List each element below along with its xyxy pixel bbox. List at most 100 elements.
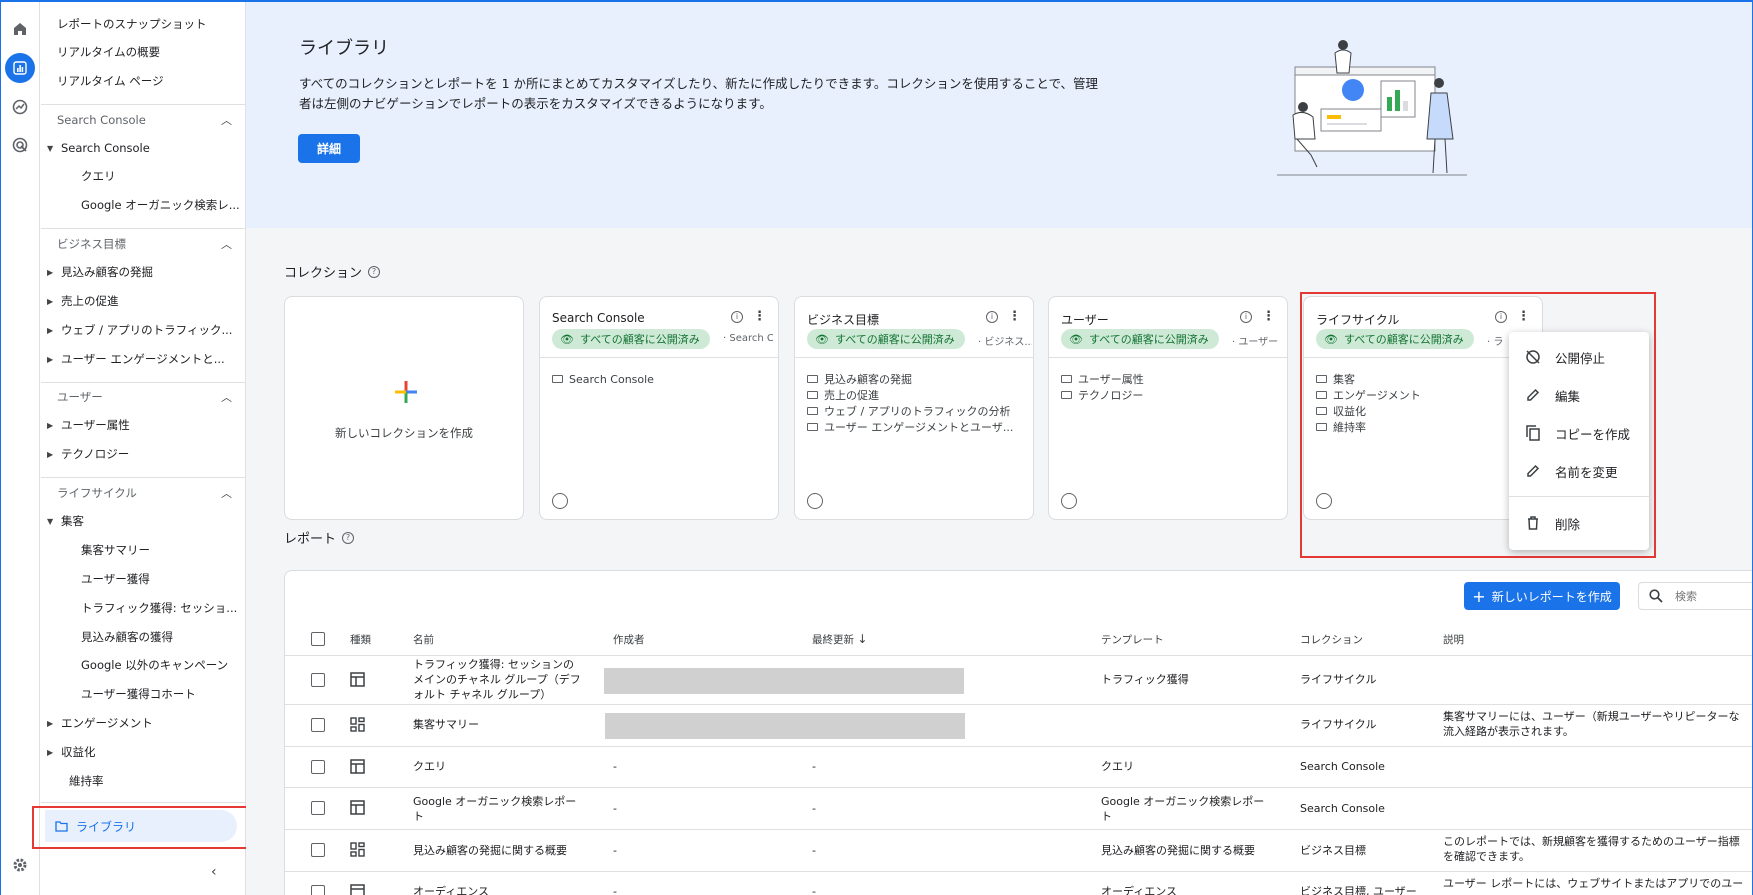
column-header-type[interactable]: 種類 [350, 632, 371, 647]
collapse-chevron-left-icon[interactable]: ‹ [211, 864, 217, 880]
new-collection-card[interactable]: 新しいコレクションを作成 [284, 296, 524, 520]
home-icon[interactable] [5, 14, 35, 44]
collection-item-list: Search Console [552, 371, 766, 387]
more-vert-icon[interactable]: ⋮ [1262, 309, 1275, 324]
list-item: ウェブ / アプリのトラフィックの分析 [807, 403, 1021, 419]
help-icon[interactable]: ? [342, 531, 355, 544]
report-name[interactable]: オーディエンス [413, 884, 489, 895]
report-author: - [613, 844, 617, 857]
report-collection: ライフサイクル [1300, 673, 1377, 686]
search-input[interactable] [1675, 589, 1753, 603]
report-name[interactable]: 見込み顧客の発掘に関する概要 [413, 843, 567, 858]
explore-icon[interactable] [5, 92, 35, 122]
divider [1304, 357, 1542, 358]
dashboard-icon [350, 717, 365, 732]
collection-title: ビジネス目標 [807, 313, 880, 327]
column-header-collection[interactable]: コレクション [1300, 632, 1363, 647]
report-name[interactable]: 集客サマリー [413, 717, 479, 732]
sidebar-section-business-goals[interactable]: ビジネス目標 ︿ [41, 230, 246, 258]
row-checkbox[interactable] [311, 718, 325, 732]
sidebar-section-user[interactable]: ユーザー ︿ [41, 383, 246, 411]
more-vert-icon[interactable]: ⋮ [1517, 309, 1530, 324]
sidebar-item-library[interactable]: ライブラリ [45, 810, 237, 842]
menu-item-unpublish[interactable]: 公開停止 [1509, 338, 1649, 376]
divider [285, 829, 1753, 830]
collection-card-user[interactable]: ユーザー i ⋮ 👁 すべての顧客に公開済み · ユーザー ユーザー属性 テクノロジ… [1048, 296, 1288, 520]
menu-item-delete[interactable]: 削除 [1509, 504, 1649, 542]
info-icon[interactable]: i [986, 310, 998, 323]
collection-card-lifecycle[interactable]: ライフサイクル i ⋮ 👁 すべての顧客に公開済み · ラ 集客 エンゲージメント … [1303, 296, 1543, 520]
column-header-updated[interactable]: 最終更新 ↓ [812, 632, 867, 647]
sidebar-item-monetization[interactable]: ▶ 収益化 [41, 738, 246, 766]
divider [1509, 496, 1649, 497]
info-icon[interactable]: i [731, 310, 743, 323]
sidebar-item-user-engagement[interactable]: ▶ ユーザー エンゲージメントと... [41, 345, 246, 373]
sidebar-item-report-snapshot[interactable]: レポートのスナップショット [41, 10, 246, 38]
list-item: ユーザー エンゲージメントとユーザ... [807, 419, 1021, 435]
sidebar-item-web-app-traffic[interactable]: ▶ ウェブ / アプリのトラフィック... [41, 316, 246, 344]
new-collection-label: 新しいコレクションを作成 [335, 426, 473, 440]
report-author: - [613, 760, 617, 773]
row-checkbox[interactable] [311, 801, 325, 815]
new-report-button[interactable]: + 新しいレポートを作成 [1464, 582, 1620, 610]
details-button[interactable]: 詳細 [298, 134, 360, 163]
search-box[interactable] [1638, 582, 1753, 610]
row-checkbox[interactable] [311, 673, 325, 687]
sidebar-item-technology[interactable]: ▶ テクノロジー [41, 440, 246, 468]
sidebar-item-lead-generation[interactable]: ▶ 見込み顧客の発掘 [41, 258, 246, 286]
sidebar-section-lifecycle[interactable]: ライフサイクル ︿ [41, 479, 246, 507]
table-icon [350, 672, 365, 687]
status-badge: 👁 すべての顧客に公開済み [552, 329, 710, 349]
sidebar-item-acquisition[interactable]: ▼ 集客 [41, 507, 246, 535]
sidebar-section-search-console[interactable]: Search Console ︿ [41, 106, 246, 134]
info-icon[interactable]: i [1495, 310, 1507, 323]
collection-card-business-goals[interactable]: ビジネス目標 i ⋮ 👁 すべての顧客に公開済み · ビジネス... 見込み顧客の発… [794, 296, 1034, 520]
sidebar-item-lead-acquisition[interactable]: 見込み顧客の獲得 [41, 623, 246, 651]
column-header-author[interactable]: 作成者 [613, 632, 645, 647]
advertising-icon[interactable] [5, 130, 35, 160]
sidebar-item-user-acquisition-cohort[interactable]: ユーザー獲得コホート [41, 680, 246, 708]
reports-icon[interactable] [5, 53, 35, 83]
row-checkbox[interactable] [311, 843, 325, 857]
report-name[interactable]: トラフィック獲得: セッションのメインのチャネル グループ（デフォルト チャネル… [413, 657, 581, 702]
settings-gear-icon[interactable] [5, 850, 35, 880]
row-checkbox[interactable] [311, 760, 325, 774]
sidebar-item-traffic-acquisition[interactable]: トラフィック獲得: セッショ... [41, 594, 246, 622]
sidebar-item-user-acquisition[interactable]: ユーザー獲得 [41, 565, 246, 593]
more-vert-icon[interactable]: ⋮ [753, 309, 766, 324]
more-vert-icon[interactable]: ⋮ [1008, 309, 1021, 324]
sidebar-item-acquisition-summary[interactable]: 集客サマリー [41, 536, 246, 564]
menu-item-edit[interactable]: 編集 [1509, 376, 1649, 414]
sidebar-item-non-google-campaigns[interactable]: Google 以外のキャンペーン [41, 651, 246, 679]
column-header-template[interactable]: テンプレート [1101, 632, 1164, 647]
sidebar-item-demographics[interactable]: ▶ ユーザー属性 [41, 411, 246, 439]
select-all-checkbox[interactable] [311, 632, 325, 646]
sidebar-item-google-organic[interactable]: Google オーガニック検索レ... [41, 191, 246, 219]
sidebar-item-query[interactable]: クエリ [41, 162, 246, 190]
help-icon[interactable]: ? [368, 265, 381, 278]
chevron-up-icon: ︿ [221, 391, 232, 404]
row-checkbox[interactable] [311, 885, 325, 895]
sidebar-item-realtime-page[interactable]: リアルタイム ページ [41, 67, 246, 95]
dashboard-icon [350, 842, 365, 857]
pencil-icon [1525, 464, 1541, 478]
collection-item-list: 見込み顧客の発掘 売上の促進 ウェブ / アプリのトラフィックの分析 ユーザー … [807, 371, 1021, 435]
report-name[interactable]: クエリ [413, 759, 446, 774]
menu-item-copy[interactable]: コピーを作成 [1509, 414, 1649, 452]
table-icon [350, 759, 365, 774]
sidebar-item-engagement[interactable]: ▶ エンゲージメント [41, 709, 246, 737]
list-item: 収益化 [1316, 403, 1530, 419]
report-updated: - [812, 844, 816, 857]
sidebar-item-retention[interactable]: 維持率 [41, 767, 246, 795]
unpublish-icon [1525, 349, 1541, 365]
column-header-description[interactable]: 説明 [1443, 632, 1464, 647]
report-collection: ビジネス目標 [1300, 844, 1366, 857]
sidebar-item-drive-sales[interactable]: ▶ 売上の促進 [41, 287, 246, 315]
collection-card-search-console[interactable]: Search Console i ⋮ 👁 すべての顧客に公開済み · Search … [539, 296, 779, 520]
sidebar-item-realtime-overview[interactable]: リアルタイムの概要 [41, 38, 246, 66]
column-header-name[interactable]: 名前 [413, 632, 434, 647]
sidebar-item-search-console[interactable]: ▼ Search Console [41, 134, 246, 162]
report-name[interactable]: Google オーガニック検索レポート [413, 794, 581, 824]
info-icon[interactable]: i [1240, 310, 1252, 323]
menu-item-rename[interactable]: 名前を変更 [1509, 452, 1649, 490]
